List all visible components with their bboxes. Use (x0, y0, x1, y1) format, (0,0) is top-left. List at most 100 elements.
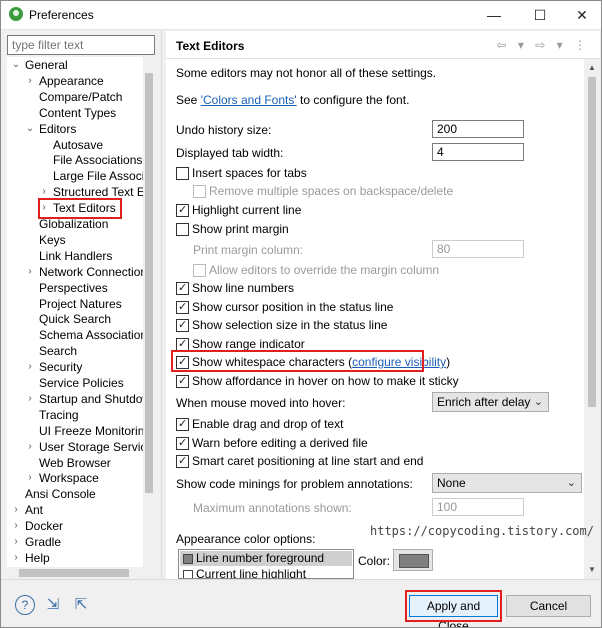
tree-item-label: Ansi Console (25, 487, 96, 502)
list-item[interactable]: Line number foreground (180, 551, 352, 566)
tree-item-label: Keys (39, 232, 66, 247)
cursor-position-label: Show cursor position in the status line (192, 300, 394, 314)
filter-input[interactable] (7, 35, 155, 55)
collapse-arrow-icon[interactable]: › (25, 391, 35, 407)
tree-item-label: Autosave (53, 137, 104, 152)
page-title: Text Editors (176, 39, 245, 53)
collapse-arrow-icon[interactable]: › (25, 359, 35, 375)
tree-item-label: Large File Associa (53, 169, 152, 184)
collapse-arrow-icon[interactable]: › (11, 518, 21, 534)
max-annotations-input[interactable]: 100 (432, 498, 524, 516)
tree-item-label: Link Handlers (39, 248, 113, 263)
tree-item-label: Workspace (39, 471, 99, 486)
tree-item-label: Content Types (39, 105, 117, 120)
tree-item-label: User Storage Service (39, 439, 154, 454)
tree-item-label: General (25, 58, 68, 72)
collapse-arrow-icon[interactable]: › (25, 73, 35, 89)
print-margin-label: Show print margin (192, 222, 289, 236)
scroll-up-icon[interactable]: ▲ (585, 61, 599, 75)
chevron-down-icon: ⌄ (533, 396, 543, 408)
allow-override-checkbox[interactable] (193, 264, 206, 277)
tree-item-label: Security (39, 360, 83, 375)
text-editors-highlight-box (38, 198, 122, 219)
title-separator (1, 29, 601, 30)
collapse-arrow-icon[interactable]: › (11, 550, 21, 566)
color-swatch-icon (183, 554, 193, 564)
highlight-line-checkbox[interactable] (176, 203, 189, 217)
close-button[interactable]: ✕ (567, 4, 597, 26)
help-icon[interactable]: ? (15, 595, 35, 615)
page-nav-icons[interactable]: ⇦ ▾ ⇨ ▾ ⋮ (497, 38, 591, 52)
settings-scroll-thumb[interactable] (588, 77, 596, 407)
tree-item-label: Docker (25, 519, 64, 534)
warn-derived-label: Warn before editing a derived file (192, 436, 368, 450)
scroll-down-icon[interactable]: ▼ (585, 563, 599, 577)
remove-spaces-checkbox[interactable] (193, 185, 206, 198)
print-margin-checkbox[interactable] (176, 223, 189, 236)
warn-derived-checkbox[interactable] (176, 436, 189, 450)
code-minings-value: None (437, 476, 466, 490)
hover-select[interactable]: Enrich after delay ⌄ (432, 392, 549, 412)
selection-size-checkbox[interactable] (176, 318, 189, 332)
tree-item-label: Editors (39, 121, 77, 136)
tree-item-label: File Associations (53, 153, 143, 168)
allow-override-label: Allow editors to override the margin col… (209, 263, 440, 277)
colors-and-fonts-link[interactable]: 'Colors and Fonts' (201, 93, 297, 107)
color-picker-button[interactable] (393, 549, 433, 571)
color-swatch-icon (183, 570, 193, 578)
smart-caret-checkbox[interactable] (176, 454, 189, 468)
affordance-label: Show affordance in hover on how to make … (192, 374, 459, 388)
collapse-arrow-icon[interactable]: › (11, 502, 21, 518)
eclipse-app-icon (9, 7, 23, 21)
tree-scroll-thumb[interactable] (145, 73, 153, 493)
print-margin-column-label: Print margin column: (193, 243, 304, 257)
drag-drop-checkbox[interactable] (176, 417, 189, 431)
title-bar: Preferences — ☐ ✕ (1, 1, 601, 29)
color-label: Color: (358, 554, 391, 568)
text-editors-settings: Some editors may not honor all of these … (166, 59, 584, 579)
whitespace-highlight-box (171, 350, 424, 372)
drag-drop-label: Enable drag and drop of text (192, 417, 344, 431)
import-icon[interactable]: ⇲ (43, 595, 63, 615)
expand-arrow-icon[interactable]: ⌄ (25, 121, 35, 137)
export-icon[interactable]: ⇱ (71, 595, 91, 615)
collapse-arrow-icon[interactable]: › (25, 470, 35, 486)
cursor-position-checkbox[interactable] (176, 300, 189, 314)
maximize-button[interactable]: ☐ (525, 4, 555, 26)
insert-spaces-checkbox[interactable] (176, 167, 189, 180)
undo-history-input[interactable]: 200 (432, 120, 524, 138)
watermark-text: https://copycoding.tistory.com/ (370, 524, 594, 538)
tree-item-label: Appearance (39, 73, 104, 88)
tree-item-label: Service Policies (39, 376, 124, 390)
range-indicator-label: Show range indicator (192, 337, 305, 351)
tree-item-label: Help (25, 550, 50, 565)
apply-highlight-box (405, 590, 502, 622)
tree-hscroll-thumb[interactable] (19, 569, 129, 577)
expand-arrow-icon[interactable]: ⌄ (11, 57, 21, 73)
page-header: Text Editors ⇦ ▾ ⇨ ▾ ⋮ (166, 31, 600, 59)
affordance-checkbox[interactable] (176, 374, 189, 388)
minimize-button[interactable]: — (479, 4, 509, 26)
line-numbers-label: Show line numbers (192, 281, 295, 295)
collapse-arrow-icon[interactable]: › (25, 264, 35, 280)
tree-item-label: Ant (25, 503, 44, 518)
code-minings-label: Show code minings for problem annotation… (176, 477, 413, 491)
chevron-down-icon: ⌄ (566, 477, 576, 489)
list-item[interactable]: Current line highlight (180, 567, 352, 578)
code-minings-select[interactable]: None ⌄ (432, 473, 582, 493)
remove-spaces-label: Remove multiple spaces on backspace/dele… (209, 184, 454, 198)
collapse-arrow-icon[interactable]: › (11, 534, 21, 550)
line-numbers-checkbox[interactable] (176, 281, 189, 295)
cancel-button[interactable]: Cancel (506, 595, 591, 617)
appearance-color-list[interactable]: Line number foreground Current line high… (178, 549, 354, 579)
smart-caret-label: Smart caret positioning at line start an… (192, 454, 424, 468)
print-margin-column-input[interactable]: 80 (432, 240, 524, 258)
tab-width-input[interactable]: 4 (432, 143, 524, 161)
collapse-arrow-icon[interactable]: › (25, 439, 35, 455)
tree-item-label: Project Natures (39, 296, 122, 311)
panel-splitter[interactable] (161, 31, 162, 579)
undo-history-label: Undo history size: (176, 123, 272, 137)
tree-item-label: Network Connection (39, 264, 148, 279)
preferences-window: Preferences — ☐ ✕ ⌄General›AppearanceCom… (0, 0, 602, 628)
tree-item-label: Gradle (25, 535, 62, 549)
